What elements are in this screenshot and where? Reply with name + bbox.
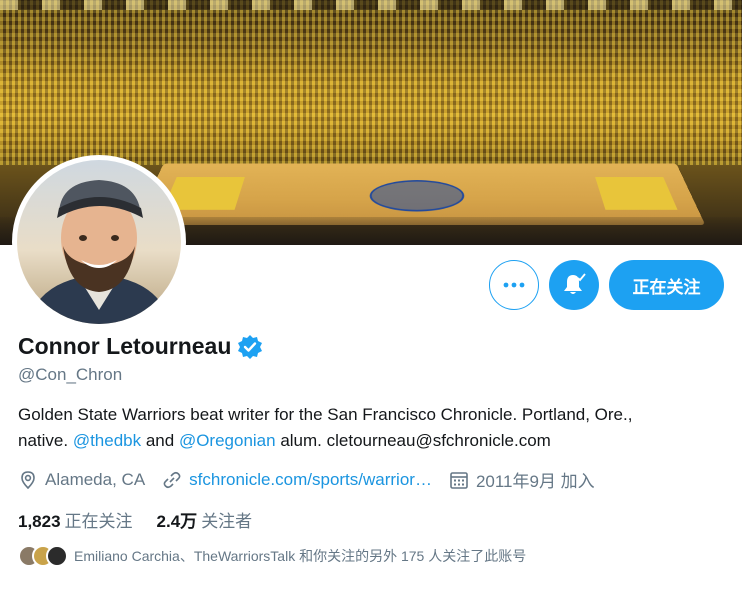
profile-stats: 1,823 正在关注 2.4万 关注者 xyxy=(18,507,276,532)
following-label: 正在关注 xyxy=(64,512,133,531)
avatar xyxy=(46,545,68,567)
profile-location: Alameda, CA xyxy=(18,470,145,490)
banner-crowd xyxy=(0,0,742,165)
more-options-button[interactable] xyxy=(489,260,539,310)
banner-court xyxy=(134,163,706,225)
profile-avatar[interactable] xyxy=(12,155,186,329)
more-icon xyxy=(503,282,525,288)
profile-meta: Alameda, CA sfchronicle.com/sports/warri… xyxy=(18,467,612,492)
website-link[interactable]: sfchronicle.com/sports/warrior… xyxy=(189,470,432,490)
profile-name: Connor Letourneau xyxy=(18,333,232,359)
bio-text: alum. cletourneau@sfchronicle.com xyxy=(275,431,551,450)
following-stat[interactable]: 1,823 正在关注 xyxy=(18,507,133,532)
link-icon xyxy=(163,471,181,488)
calendar-icon xyxy=(450,471,468,489)
profile-bio: Golden State Warriors beat writer for th… xyxy=(18,402,718,454)
followers-stat[interactable]: 2.4万 关注者 xyxy=(157,507,253,532)
followed-by-row[interactable]: Emiliano Carchia、TheWarriorsTalk 和你关注的另外… xyxy=(18,545,526,567)
profile-joined: 2011年9月 加入 xyxy=(449,467,595,492)
following-count: 1,823 xyxy=(18,512,61,531)
following-button[interactable]: 正在关注 xyxy=(609,260,724,310)
notification-bell-icon xyxy=(564,273,586,294)
bio-text: and xyxy=(141,431,179,450)
followed-by-text: Emiliano Carchia、TheWarriorsTalk 和你关注的另外… xyxy=(74,548,527,564)
profile-name-row: Connor Letourneau xyxy=(18,333,263,360)
followed-by-avatars xyxy=(18,545,68,567)
followers-count: 2.4万 xyxy=(156,512,198,531)
joined-text: 2011年9月 加入 xyxy=(475,472,595,491)
bio-line-1: Golden State Warriors beat writer for th… xyxy=(18,405,633,424)
profile-website[interactable]: sfchronicle.com/sports/warrior… xyxy=(162,470,432,490)
notifications-button[interactable] xyxy=(549,260,599,310)
bio-text: native. xyxy=(18,431,73,450)
mention-link-oregonian[interactable]: @Oregonian xyxy=(179,431,276,450)
banner-lights xyxy=(0,0,742,10)
verified-badge-icon xyxy=(237,334,263,360)
profile-handle: @Con_Chron xyxy=(18,365,123,384)
location-icon xyxy=(21,470,35,489)
mention-link-thedbk[interactable]: @thedbk xyxy=(73,431,141,450)
location-text: Alameda, CA xyxy=(45,469,146,489)
followers-label: 关注者 xyxy=(201,512,253,531)
